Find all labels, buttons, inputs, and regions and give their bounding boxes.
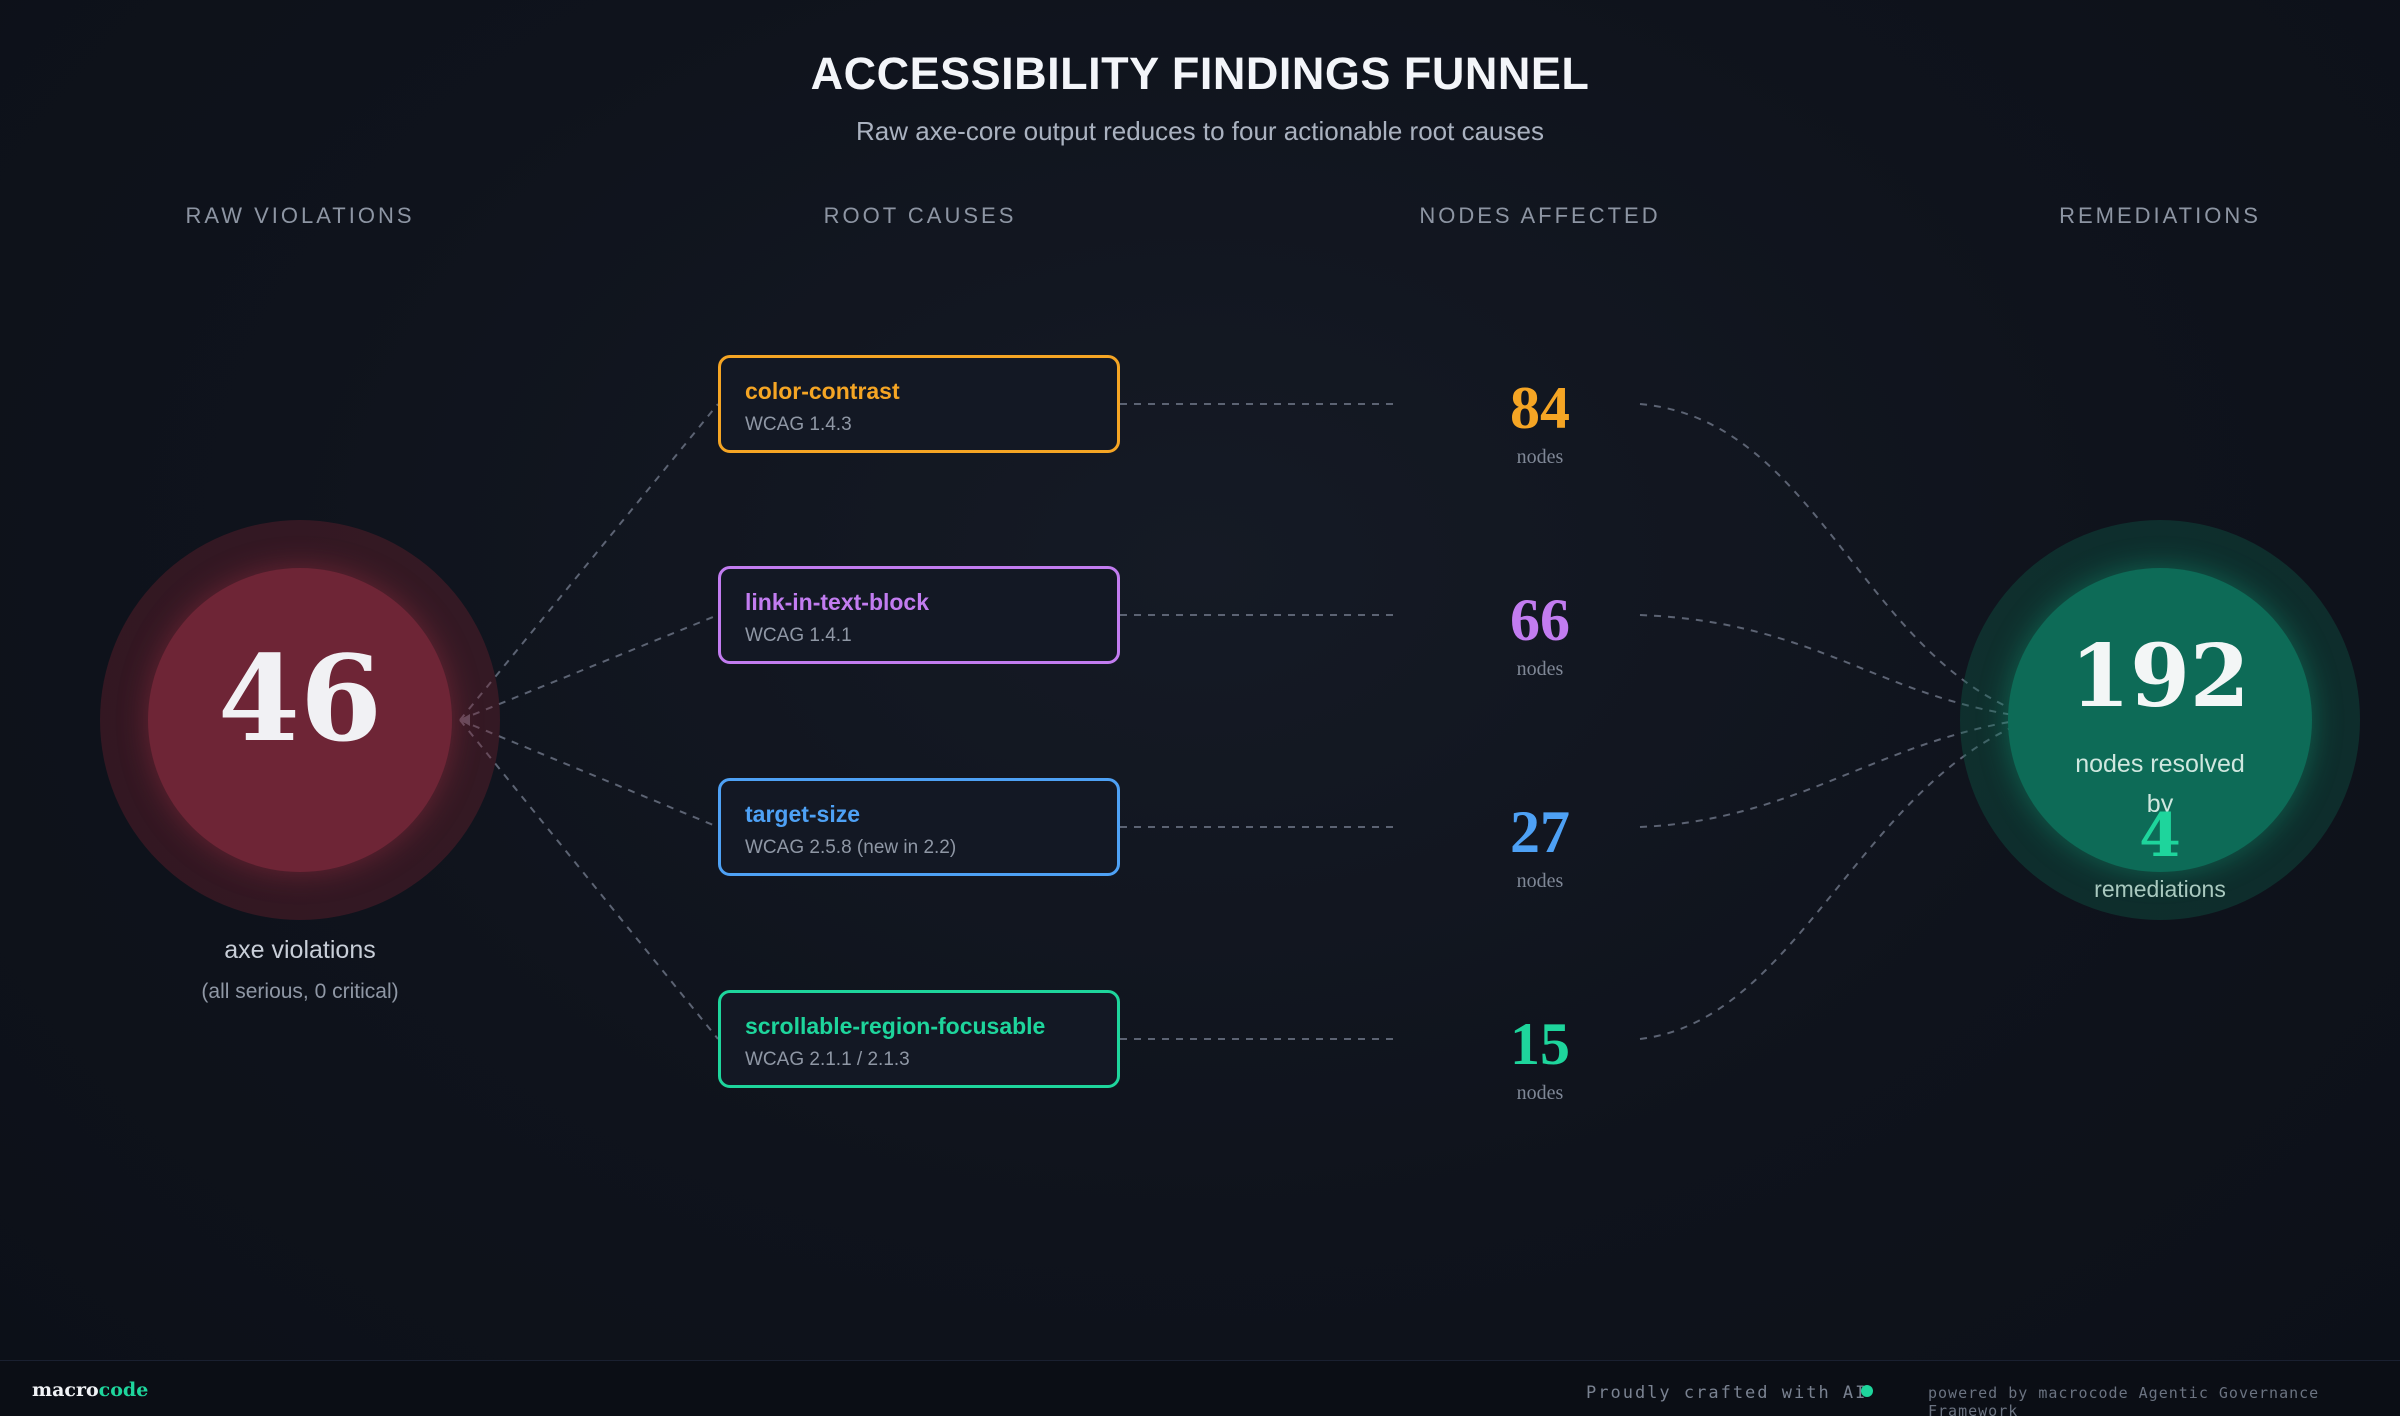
node-count-unit: nodes (1516, 870, 1564, 892)
root-cause-wcag: WCAG 1.4.1 (745, 625, 852, 646)
nodes-resolved-count: 192 (2070, 626, 2250, 727)
raw-violations-sublabel: (all serious, 0 critical) (201, 980, 399, 1003)
node-count-unit: nodes (1516, 658, 1564, 680)
footer-powered-text: powered by macrocode Agentic Governance … (1928, 1384, 2320, 1416)
raw-violations-count: 46 (217, 629, 383, 768)
root-cause-wcag: WCAG 2.5.8 (new in 2.2) (745, 837, 957, 858)
node-count-scrollable-region-focusable: 15 (1510, 1011, 1570, 1077)
root-cause-wcag: WCAG 1.4.3 (745, 414, 852, 435)
brand-logo: macrocode (32, 1379, 148, 1401)
connector-raw-to-color-contrast (459, 403, 719, 721)
node-count-unit: nodes (1516, 1082, 1564, 1104)
node-count-link-in-text-block: 66 (1510, 587, 1570, 653)
root-cause-color-contrast: color-contrast WCAG 1.4.3 (718, 355, 1120, 453)
root-cause-name: color-contrast (745, 378, 900, 404)
root-cause-name: target-size (745, 801, 861, 827)
status-dot-icon (1861, 1385, 1873, 1397)
footer: macrocode Proudly crafted with AI powere… (0, 1360, 2400, 1416)
root-cause-target-size: target-size WCAG 2.5.8 (new in 2.2) (718, 778, 1120, 876)
node-count-color-contrast: 84 (1510, 375, 1570, 441)
remediations-label: remediations (2094, 876, 2226, 902)
remediations-count: 4 (2139, 801, 2181, 871)
cause-to-count-connectors (1120, 403, 1395, 1040)
node-count-unit: nodes (1516, 446, 1564, 468)
root-cause-scrollable-region-focusable: scrollable-region-focusable WCAG 2.1.1 /… (718, 990, 1120, 1088)
raw-violations-label: axe violations (224, 936, 376, 964)
node-count-target-size: 27 (1510, 799, 1570, 865)
root-cause-wcag: WCAG 2.1.1 / 2.1.3 (745, 1049, 910, 1070)
footer-crafted-text: Proudly crafted with AI (1586, 1383, 1868, 1403)
root-cause-link-in-text-block: link-in-text-block WCAG 1.4.1 (718, 566, 1120, 664)
root-cause-name: link-in-text-block (745, 589, 930, 615)
brand-logo-part1: macro (32, 1379, 99, 1401)
root-cause-name: scrollable-region-focusable (745, 1013, 1046, 1039)
brand-logo-part2: code (98, 1379, 149, 1401)
